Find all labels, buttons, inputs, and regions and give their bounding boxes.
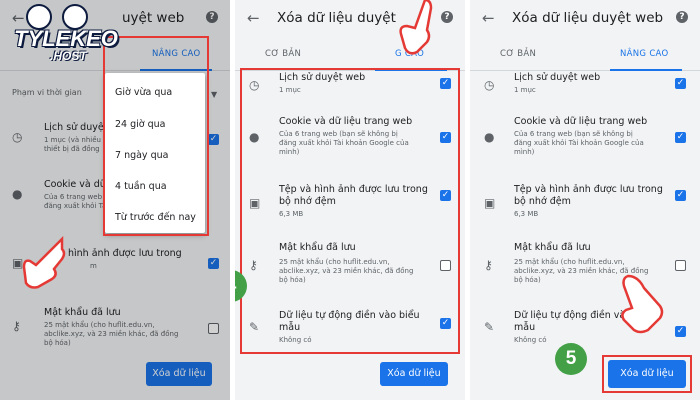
- logo-subtext: .HOST: [50, 49, 87, 63]
- help-icon[interactable]: ?: [441, 11, 453, 23]
- item-title: Tệp và hình ảnh được lưu trong bộ nhớ đệ…: [514, 184, 663, 207]
- top-app-bar: ← Xóa dữ liệu duyệt web ?: [470, 0, 700, 38]
- item-subtitle: 1 mục: [514, 86, 536, 94]
- tab-basic[interactable]: CƠ BẢN: [500, 49, 536, 59]
- help-icon[interactable]: ?: [676, 11, 688, 23]
- tab-advanced[interactable]: NÂNG CAO: [620, 49, 669, 59]
- checkbox-cache[interactable]: ✓: [675, 190, 686, 201]
- panel-select-options: ← Xóa dữ liệu duyệt ? CƠ BẢN G CAO ◷ Lịc…: [235, 0, 465, 400]
- back-arrow-icon[interactable]: ←: [247, 9, 260, 27]
- list-item[interactable]: ◷ Lịch sử duyệt web 1 mục ✓: [470, 72, 700, 106]
- hand-pointer-icon: [399, 0, 433, 55]
- tab-basic[interactable]: CƠ BẢN: [265, 49, 301, 59]
- checkbox-autofill[interactable]: ✓: [675, 326, 686, 337]
- key-icon: ⚷: [484, 258, 493, 272]
- back-arrow-icon[interactable]: ←: [482, 9, 495, 27]
- item-subtitle: 6,3 MB: [514, 210, 539, 218]
- list-item[interactable]: ▣ Tệp và hình ảnh được lưu trong bộ nhớ …: [470, 182, 700, 228]
- item-title: Mật khẩu đã lưu: [514, 242, 591, 253]
- highlight-box: [602, 355, 692, 393]
- site-logo: TYLEKEO .HOST: [6, 4, 124, 66]
- checkbox-history[interactable]: ✓: [675, 78, 686, 89]
- pencil-icon: ✎: [484, 320, 495, 334]
- delete-data-button[interactable]: Xóa dữ liệu: [380, 362, 448, 386]
- cookie-icon: ●: [484, 130, 495, 144]
- clock-icon: ◷: [484, 78, 495, 92]
- panel-confirm-delete: ← Xóa dữ liệu duyệt web ? CƠ BẢN NÂNG CA…: [470, 0, 700, 400]
- checkbox-passwords[interactable]: [675, 260, 686, 271]
- tab-bar: CƠ BẢN NÂNG CAO: [470, 38, 700, 71]
- tab-indicator: [610, 69, 682, 71]
- image-icon: ▣: [484, 196, 496, 210]
- item-title: Cookie và dữ liệu trang web: [514, 116, 648, 127]
- step-badge: 5: [555, 343, 587, 375]
- item-subtitle: Của 6 trang web (bạn sẽ không bị đăng xu…: [514, 130, 644, 156]
- panel-advanced-dropdown: ← uyệt web ? NÂNG CAO Phạm vi thời gian …: [0, 0, 230, 400]
- list-item[interactable]: ● Cookie và dữ liệu trang web Của 6 tran…: [470, 112, 700, 170]
- highlight-box: [240, 68, 460, 354]
- item-title: Lịch sử duyệt web: [514, 72, 601, 83]
- hand-pointer-icon: [22, 235, 66, 289]
- checkbox-cookies[interactable]: ✓: [675, 132, 686, 143]
- item-subtitle: Không có: [514, 336, 547, 344]
- page-title: Xóa dữ liệu duyệt: [277, 10, 396, 26]
- highlight-box: [103, 36, 209, 236]
- hand-pointer-icon: [621, 274, 664, 334]
- page-title: Xóa dữ liệu duyệt web: [512, 10, 664, 26]
